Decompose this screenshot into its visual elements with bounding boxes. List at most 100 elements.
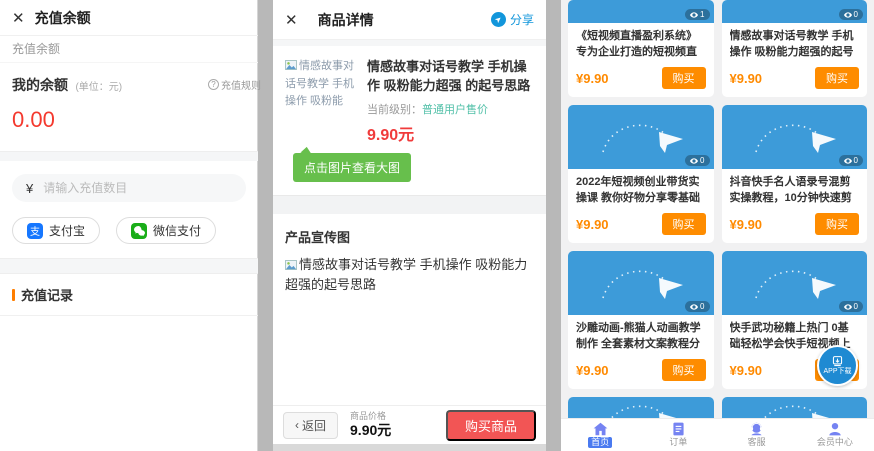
balance-section: 我的余额 (单位：元) ? 充值规则 xyxy=(0,63,261,95)
alipay-button[interactable]: 支 支付宝 xyxy=(12,217,101,244)
product-title: 2022年短视频创业带货实操课 教你好物分享零基础快速... xyxy=(576,176,701,204)
eye-icon xyxy=(690,303,699,310)
alipay-icon: 支 xyxy=(27,222,43,239)
app-download-button[interactable]: APP下载 xyxy=(817,345,858,386)
product-card[interactable]: 0 抖音快手名人语录号混剪实操教程，10分钟快速剪辑爆款... ¥9.90 购买 xyxy=(721,105,868,243)
alipay-label: 支付宝 xyxy=(49,224,86,238)
orders-icon xyxy=(673,422,684,436)
product-image[interactable]: 0 xyxy=(721,0,867,23)
views-badge: 1 xyxy=(685,9,710,20)
product-card-info: 抖音快手名人语录号混剪实操教程，10分钟快速剪辑爆款... ¥9.90 购买 xyxy=(722,169,868,243)
eye-icon xyxy=(690,11,699,18)
section-divider xyxy=(273,194,546,214)
page-title: 商品详情 xyxy=(317,11,374,28)
nav-item-member-center[interactable]: 会员中心 xyxy=(796,419,874,451)
product-title: 抖音快手名人语录号混剪实操教程，10分钟快速剪辑爆款... xyxy=(729,176,852,204)
buy-button[interactable]: 购买 xyxy=(815,213,859,235)
buy-button[interactable]: 购买 xyxy=(661,67,706,89)
product-footer-bar: ‹ 返回 商品价格 9.90元 购买商品 xyxy=(273,405,546,444)
level-value: 普通用户售价 xyxy=(422,103,488,116)
product-price: ¥9.90 xyxy=(576,362,609,378)
eye-icon xyxy=(690,157,699,164)
product-image[interactable]: 0 xyxy=(721,105,867,169)
views-badge: 0 xyxy=(838,301,863,312)
nav-item-home[interactable]: 首页 xyxy=(561,419,639,451)
level-label: 当前级别： xyxy=(367,103,422,116)
product-card-info: 沙雕动画-熊猫人动画教学制作 全套素材文案教程分享 ¥9.90 购买 xyxy=(568,315,714,389)
product-thumbnail-broken-image[interactable]: 情感故事对话号教学 手机操作 吸粉能 xyxy=(285,58,357,145)
recharge-amount-field[interactable]: ¥ xyxy=(12,174,246,202)
views-count: 1 xyxy=(700,10,705,19)
recharge-records-title: 充值记录 xyxy=(21,288,74,303)
views-count: 0 xyxy=(700,302,705,311)
product-list-panel: 1 《短视频直播盈利系统》专为企业打造的短视频直播盈利课 ¥9.90 购买 0 xyxy=(561,0,874,451)
product-card[interactable]: 0 沙雕动画-熊猫人动画教学制作 全套素材文案教程分享 ¥9.90 购买 xyxy=(568,251,714,389)
yen-icon: ¥ xyxy=(26,180,34,196)
breadcrumb: 充值余额 xyxy=(0,36,258,63)
wechat-pay-button[interactable]: 微信支付 xyxy=(116,217,217,244)
home-icon xyxy=(593,422,607,436)
paper-plane-icon xyxy=(755,124,837,153)
product-image[interactable]: 1 xyxy=(568,0,714,23)
product-card-info: 《短视频直播盈利系统》专为企业打造的短视频直播盈利课 ¥9.90 购买 xyxy=(568,23,714,97)
balance-unit: (单位：元) xyxy=(75,82,123,93)
section-divider xyxy=(0,258,258,274)
product-title: 沙雕动画-熊猫人动画教学制作 全套素材文案教程分享 xyxy=(576,322,701,350)
recharge-amount-input[interactable] xyxy=(43,181,232,195)
promo-section-title: 产品宣传图 xyxy=(285,229,351,245)
product-image[interactable]: 0 xyxy=(568,105,714,169)
paper-plane-icon xyxy=(601,124,683,153)
buy-button[interactable]: 购买 xyxy=(661,213,706,235)
product-image[interactable]: 0 xyxy=(568,251,714,315)
product-card-info: 情感故事对话号教学 手机操作 吸粉能力超强的起号思路 ¥9.90 购买 xyxy=(722,23,868,97)
broken-image-icon xyxy=(285,256,297,276)
balance-label: 我的余额 xyxy=(12,77,68,93)
recharge-rules-link[interactable]: ? 充值规则 xyxy=(208,77,261,92)
product-card[interactable]: 0 2022年短视频创业带货实操课 教你好物分享零基础快速... ¥9.90 购… xyxy=(568,105,714,243)
views-badge: 0 xyxy=(685,155,710,166)
nav-item-support[interactable]: 客服 xyxy=(718,419,796,451)
app-download-label: APP下载 xyxy=(823,367,852,375)
page-title: 充值余额 xyxy=(34,9,91,26)
product-price: ¥9.90 xyxy=(729,70,763,86)
bottom-navigation: 首页 订单 客服 会员中心 xyxy=(561,418,874,451)
product-card-info: 2022年短视频创业带货实操课 教你好物分享零基础快速... ¥9.90 购买 xyxy=(568,169,714,243)
product-image[interactable]: 0 xyxy=(721,251,867,315)
section-marker xyxy=(12,288,15,301)
buy-button[interactable]: 购买 xyxy=(815,67,859,89)
balance-value: 0.00 xyxy=(12,107,55,132)
product-title: 《短视频直播盈利系统》专为企业打造的短视频直播盈利课 xyxy=(576,30,697,58)
promo-alt-text: 情感故事对话号教学 手机操作 吸粉能力超强的起号思路 xyxy=(285,256,528,293)
bottom-strip xyxy=(273,444,546,451)
promo-section: 产品宣传图 情感故事对话号教学 手机操作 吸粉能力超强的起号思路 xyxy=(273,214,546,308)
views-badge: 0 xyxy=(838,155,863,166)
product-detail-panel: ✕ 商品详情 ➤ 分享 情感故事对话号教学 手机操作 吸粉能 情感故事对话号教学… xyxy=(273,0,546,451)
nav-item-orders[interactable]: 订单 xyxy=(639,419,717,451)
paper-plane-icon xyxy=(601,270,683,299)
view-large-image-button[interactable]: 点击图片查看大图 xyxy=(293,152,412,182)
product-detail-header: ✕ 商品详情 ➤ 分享 xyxy=(273,0,546,40)
footer-price: 商品价格 9.90元 xyxy=(350,411,391,440)
buy-button[interactable]: 购买 xyxy=(661,359,706,381)
close-icon[interactable]: ✕ xyxy=(12,9,25,27)
share-button[interactable]: ➤ 分享 xyxy=(490,11,534,28)
nav-label-home: 首页 xyxy=(588,437,613,448)
customer-service-icon xyxy=(751,422,762,436)
views-count: 0 xyxy=(853,10,858,19)
back-button[interactable]: ‹ 返回 xyxy=(283,411,339,439)
product-price: 9.90元 xyxy=(367,126,415,144)
views-count: 0 xyxy=(853,302,858,311)
product-card[interactable]: 1 《短视频直播盈利系统》专为企业打造的短视频直播盈利课 ¥9.90 购买 xyxy=(568,0,714,97)
product-card[interactable]: 0 情感故事对话号教学 手机操作 吸粉能力超强的起号思路 ¥9.90 购买 xyxy=(721,0,868,97)
product-price: ¥9.90 xyxy=(576,216,609,232)
views-badge: 0 xyxy=(838,9,863,20)
share-icon: ➤ xyxy=(490,12,506,27)
eye-icon xyxy=(843,303,852,310)
product-price: ¥9.90 xyxy=(729,362,763,378)
user-level-row: 当前级别：普通用户售价 xyxy=(367,101,534,117)
close-icon[interactable]: ✕ xyxy=(285,11,298,29)
promo-broken-image[interactable]: 情感故事对话号教学 手机操作 吸粉能力超强的起号思路 xyxy=(285,255,534,295)
eye-icon xyxy=(843,157,852,164)
views-badge: 0 xyxy=(685,301,710,312)
buy-product-button[interactable]: 购买商品 xyxy=(445,409,536,441)
